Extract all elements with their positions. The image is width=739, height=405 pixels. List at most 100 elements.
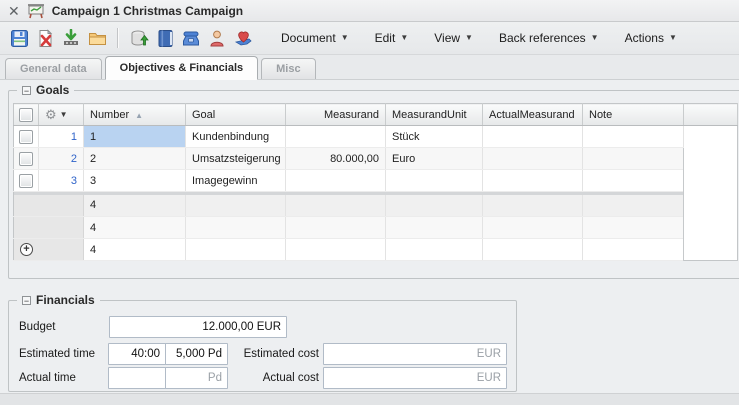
tab-general-data[interactable]: General data — [5, 58, 102, 79]
cell-note[interactable] — [583, 195, 684, 217]
grid-settings-button[interactable]: ⚙▼ — [39, 104, 84, 126]
column-header-filler — [684, 104, 738, 126]
row-checkbox-cell[interactable] — [14, 170, 39, 192]
checkbox-icon — [19, 130, 33, 144]
menu-document[interactable]: Document▼ — [268, 27, 362, 49]
cell-measurand[interactable] — [286, 217, 386, 239]
menu-view[interactable]: View▼ — [421, 27, 486, 49]
goals-header-row: ⚙▼ Number▲ Goal Measurand MeasurandUnit … — [14, 104, 738, 126]
cell-number[interactable]: 3 — [84, 170, 186, 192]
estimated-time-input[interactable] — [108, 343, 166, 365]
cell-number[interactable]: 2 — [84, 148, 186, 170]
cell-measurand-unit[interactable]: Stück — [386, 126, 483, 148]
menu-edit[interactable]: Edit▼ — [362, 27, 422, 49]
goal-row-3: 3 3 Imagegewinn — [14, 170, 738, 192]
collapse-goals-icon[interactable]: − — [22, 86, 31, 95]
cell-measurand-unit[interactable] — [386, 170, 483, 192]
select-all-checkbox[interactable] — [14, 104, 39, 126]
row-checkbox-cell[interactable] — [14, 126, 39, 148]
cell-measurand-unit[interactable] — [386, 239, 483, 261]
import-row-icon[interactable] — [58, 26, 84, 50]
grid-filler-area — [684, 126, 738, 261]
tab-bar: General data Objectives & Financials Mis… — [0, 55, 739, 80]
cell-actual-measurand[interactable] — [483, 239, 583, 261]
cell-number-selected[interactable]: 1 — [84, 126, 186, 148]
toolbar-separator — [117, 28, 119, 48]
cell-goal[interactable]: Kundenbindung — [186, 126, 286, 148]
estimated-cost-input[interactable] — [323, 343, 507, 365]
new-row-gutter — [14, 195, 84, 217]
column-header-actual-measurand[interactable]: ActualMeasurand — [483, 104, 583, 126]
checkbox-icon — [19, 108, 33, 122]
dropdown-caret-icon: ▼ — [341, 34, 349, 42]
row-index-link[interactable]: 2 — [39, 148, 84, 170]
cell-measurand-unit[interactable] — [386, 217, 483, 239]
column-header-number[interactable]: Number▲ — [84, 104, 186, 126]
cell-note[interactable] — [583, 126, 684, 148]
actual-time-label: Actual time — [19, 367, 76, 389]
cell-goal[interactable] — [186, 195, 286, 217]
menu-actions[interactable]: Actions▼ — [612, 27, 690, 49]
cell-measurand-unit[interactable] — [386, 195, 483, 217]
budget-input[interactable] — [109, 316, 287, 338]
cell-number[interactable]: 4 — [84, 239, 186, 261]
cell-note[interactable] — [583, 239, 684, 261]
cell-measurand[interactable] — [286, 195, 386, 217]
cell-number[interactable]: 4 — [84, 195, 186, 217]
column-header-measurand-unit[interactable]: MeasurandUnit — [386, 104, 483, 126]
contact-person-icon[interactable] — [204, 26, 230, 50]
database-commit-icon[interactable] — [126, 26, 152, 50]
sort-ascending-icon: ▲ — [135, 111, 143, 120]
cell-actual-measurand[interactable] — [483, 148, 583, 170]
cell-goal[interactable]: Imagegewinn — [186, 170, 286, 192]
goals-table: ⚙▼ Number▲ Goal Measurand MeasurandUnit … — [13, 103, 738, 261]
estimated-time-label: Estimated time — [19, 343, 95, 365]
estimated-person-days-input[interactable] — [165, 343, 228, 365]
row-checkbox-cell[interactable] — [14, 148, 39, 170]
row-index-link[interactable]: 1 — [39, 126, 84, 148]
cell-goal[interactable]: Umsatzsteigerung — [186, 148, 286, 170]
financials-section: − Financials Budget Estimated time Estim… — [8, 300, 517, 392]
menu-back-references[interactable]: Back references▼ — [486, 27, 612, 49]
actual-person-days-input[interactable] — [165, 367, 228, 389]
dropdown-caret-icon: ▼ — [465, 34, 473, 42]
sponsoring-heart-icon[interactable] — [230, 26, 256, 50]
cell-goal[interactable] — [186, 217, 286, 239]
delete-document-icon[interactable] — [32, 26, 58, 50]
column-header-measurand[interactable]: Measurand — [286, 104, 386, 126]
new-goal-row-3: + 4 — [14, 239, 738, 261]
actual-cost-input[interactable] — [323, 367, 507, 389]
cell-actual-measurand[interactable] — [483, 195, 583, 217]
row-index-link[interactable]: 3 — [39, 170, 84, 192]
cell-measurand[interactable]: 80.000,00 — [286, 148, 386, 170]
column-header-note[interactable]: Note — [583, 104, 684, 126]
cell-measurand[interactable] — [286, 170, 386, 192]
cell-number[interactable]: 4 — [84, 217, 186, 239]
cell-note[interactable] — [583, 217, 684, 239]
dropdown-caret-icon: ▼ — [669, 34, 677, 42]
add-row-button[interactable]: + — [20, 243, 33, 256]
open-folder-icon[interactable] — [84, 26, 110, 50]
cell-actual-measurand[interactable] — [483, 126, 583, 148]
actual-time-input[interactable] — [108, 367, 166, 389]
cell-measurand[interactable] — [286, 126, 386, 148]
cell-note[interactable] — [583, 170, 684, 192]
phone-icon[interactable] — [178, 26, 204, 50]
estimated-cost-label: Estimated cost — [237, 343, 319, 365]
cell-actual-measurand[interactable] — [483, 217, 583, 239]
tab-objectives-financials[interactable]: Objectives & Financials — [105, 56, 259, 80]
cell-measurand[interactable] — [286, 239, 386, 261]
close-icon[interactable]: ✕ — [8, 4, 20, 18]
actual-cost-label: Actual cost — [237, 367, 319, 389]
column-header-goal[interactable]: Goal — [186, 104, 286, 126]
save-icon[interactable] — [6, 26, 32, 50]
tab-misc[interactable]: Misc — [261, 58, 315, 79]
cell-note[interactable] — [583, 148, 684, 170]
financials-legend: Financials — [36, 293, 95, 307]
collapse-financials-icon[interactable]: − — [22, 296, 31, 305]
cell-goal[interactable] — [186, 239, 286, 261]
menu-bar: Document▼ Edit▼ View▼ Back references▼ A… — [268, 27, 690, 49]
cell-actual-measurand[interactable] — [483, 170, 583, 192]
address-book-icon[interactable] — [152, 26, 178, 50]
cell-measurand-unit[interactable]: Euro — [386, 148, 483, 170]
